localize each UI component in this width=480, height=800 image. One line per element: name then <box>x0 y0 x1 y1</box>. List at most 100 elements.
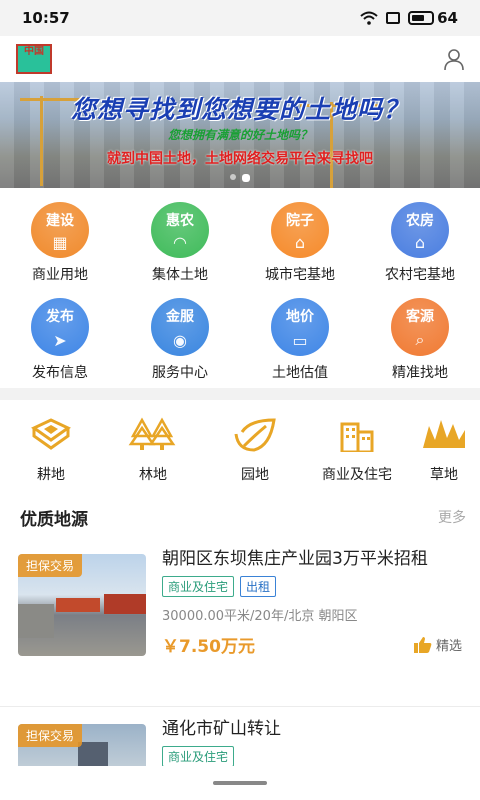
section-separator <box>0 388 480 400</box>
service-label: 商业用地 <box>32 267 88 283</box>
listing-chip-type: 商业及住宅 <box>162 746 235 766</box>
category-label: 园地 <box>241 467 269 483</box>
service-item[interactable]: 地价 ▭ 土地估值 <box>240 284 360 384</box>
app-header: 中国 <box>0 36 480 82</box>
service-badge-text: 院子 <box>286 213 314 229</box>
service-glyph: ◉ <box>173 331 187 350</box>
category-label: 草地 <box>430 467 458 483</box>
listing-title: 通化市矿山转让 <box>162 719 281 739</box>
service-label: 发布信息 <box>32 365 88 381</box>
category-label: 耕地 <box>37 467 65 483</box>
listing-info: 朝阳区东坝焦庄产业园3万平米招租 商业及住宅 出租 30000.00平米/20年… <box>162 546 462 712</box>
service-item[interactable]: 农房 ⌂ 农村宅基地 <box>360 188 480 284</box>
banner-title: 您想寻找到您想要的土地吗？ <box>70 95 409 124</box>
battery-icon: 64 <box>408 9 458 27</box>
listing-price-row: ￥7.50万元 精选 <box>162 632 462 657</box>
listing-title: 朝阳区东坝焦庄产业园3万平米招租 <box>162 549 428 569</box>
system-nav-bar <box>0 766 480 800</box>
forest-icon <box>128 416 178 456</box>
service-badge-text: 金服 <box>166 309 194 325</box>
service-glyph: ▭ <box>292 331 308 350</box>
service-glyph: ⌂ <box>414 233 426 252</box>
service-grid: 建设 ▦ 商业用地 惠农 ◠ 集体土地 院子 ⌂ 城市宅基地 农房 ⌂ 农村宅基地发布 ➤ 发布信息 金服 ◉… <box>0 188 480 384</box>
service-badge-text: 地价 <box>286 309 314 325</box>
banner-subtitle: 您想拥有满意的好土地吗？ <box>167 128 312 142</box>
listing-thumbnail: 担保交易 <box>18 554 146 656</box>
land-category-row: 耕地 林地 园地 商业及住宅 草地 <box>0 408 480 488</box>
banner-subtitle-2: 就到中国土地，土地网络交易平台来寻找吧 <box>107 151 373 167</box>
category-label: 商业及住宅 <box>322 467 392 483</box>
battery-level: 64 <box>437 9 458 27</box>
banner-dot[interactable] <box>230 174 236 180</box>
farmhouse-icon: 农房 ⌂ <box>391 202 449 258</box>
service-glyph: ⌂ <box>294 233 306 252</box>
service-badge-text: 惠农 <box>166 213 194 229</box>
service-item[interactable]: 惠农 ◠ 集体土地 <box>120 188 240 284</box>
listing-price: ￥7.50万元 <box>162 637 255 657</box>
listing-chip-deal: 出租 <box>240 576 277 597</box>
banner-pagination <box>0 174 480 182</box>
category-item[interactable]: 商业及住宅 <box>306 408 408 488</box>
search-land-icon: 客源 ⌕ <box>391 298 449 356</box>
farmland-icon <box>26 416 76 456</box>
send-icon: 发布 ➤ <box>31 298 89 356</box>
house-roof-icon: 院子 ⌂ <box>271 202 329 258</box>
app-logo[interactable]: 中国 <box>16 44 52 74</box>
category-label: 林地 <box>139 467 167 483</box>
leaf-icon <box>230 416 280 456</box>
section-header: 优质地源 更多 <box>0 500 480 534</box>
category-item[interactable]: 林地 <box>102 408 204 488</box>
coins-icon: 金服 ◉ <box>151 298 209 356</box>
screen-rotate-icon <box>386 12 401 24</box>
listing-chips: 商业及住宅 <box>162 746 462 766</box>
status-bar: 10:57 64 <box>0 0 480 36</box>
buildings-icon <box>332 416 382 456</box>
featured-badge: 精选 <box>413 635 462 654</box>
service-item[interactable]: 发布 ➤ 发布信息 <box>0 284 120 384</box>
category-item[interactable]: 耕地 <box>0 408 102 488</box>
service-label: 城市宅基地 <box>265 267 335 283</box>
service-label: 土地估值 <box>272 365 328 381</box>
service-badge-text: 发布 <box>46 309 74 325</box>
service-badge-text: 农房 <box>406 213 434 229</box>
listing-card[interactable]: 担保交易 朝阳区东坝焦庄产业园3万平米招租 商业及住宅 出租 30000.00平… <box>0 546 480 712</box>
home-indicator[interactable] <box>213 781 267 785</box>
wifi-icon <box>360 11 378 25</box>
service-glyph: ➤ <box>53 331 67 350</box>
service-label: 服务中心 <box>152 365 208 381</box>
listing-divider <box>0 706 480 707</box>
status-icons: 64 <box>360 9 458 27</box>
featured-label: 精选 <box>435 639 462 654</box>
category-item[interactable]: 草地 <box>408 408 480 488</box>
section-title: 优质地源 <box>20 509 88 530</box>
category-item[interactable]: 园地 <box>204 408 306 488</box>
service-item[interactable]: 金服 ◉ 服务中心 <box>120 284 240 384</box>
more-link[interactable]: 更多 <box>438 507 466 527</box>
service-glyph: ⌕ <box>415 330 425 349</box>
service-glyph: ◠ <box>173 233 187 252</box>
listing-tag: 担保交易 <box>18 724 83 747</box>
service-label: 精准找地 <box>392 365 448 381</box>
land-value-icon: 地价 ▭ <box>271 298 329 356</box>
service-item[interactable]: 建设 ▦ 商业用地 <box>0 188 120 284</box>
service-item[interactable]: 院子 ⌂ 城市宅基地 <box>240 188 360 284</box>
service-item[interactable]: 客源 ⌕ 精准找地 <box>360 284 480 384</box>
logo-text: 中国 <box>24 46 44 57</box>
listing-chip-type: 商业及住宅 <box>162 576 235 597</box>
service-label: 农村宅基地 <box>385 267 455 283</box>
grass-icon <box>419 416 469 456</box>
banner-dot[interactable] <box>242 174 250 182</box>
user-profile-icon[interactable] <box>442 47 466 71</box>
service-label: 集体土地 <box>152 267 208 283</box>
service-glyph: ▦ <box>52 233 68 252</box>
service-badge-text: 建设 <box>46 213 74 229</box>
status-time: 10:57 <box>22 9 70 27</box>
listing-card[interactable]: 担保交易 通化市矿山转让 商业及住宅 <box>0 716 480 766</box>
building-icon: 建设 ▦ <box>31 202 89 258</box>
listing-tag: 担保交易 <box>18 554 83 577</box>
listing-chips: 商业及住宅 出租 <box>162 576 462 597</box>
field-icon: 惠农 ◠ <box>151 202 209 258</box>
service-badge-text: 客源 <box>406 309 434 325</box>
thumbs-up-icon <box>413 636 432 653</box>
promo-banner[interactable]: 您想寻找到您想要的土地吗？ 您想拥有满意的好土地吗？ 就到中国土地，土地网络交易… <box>0 82 480 188</box>
